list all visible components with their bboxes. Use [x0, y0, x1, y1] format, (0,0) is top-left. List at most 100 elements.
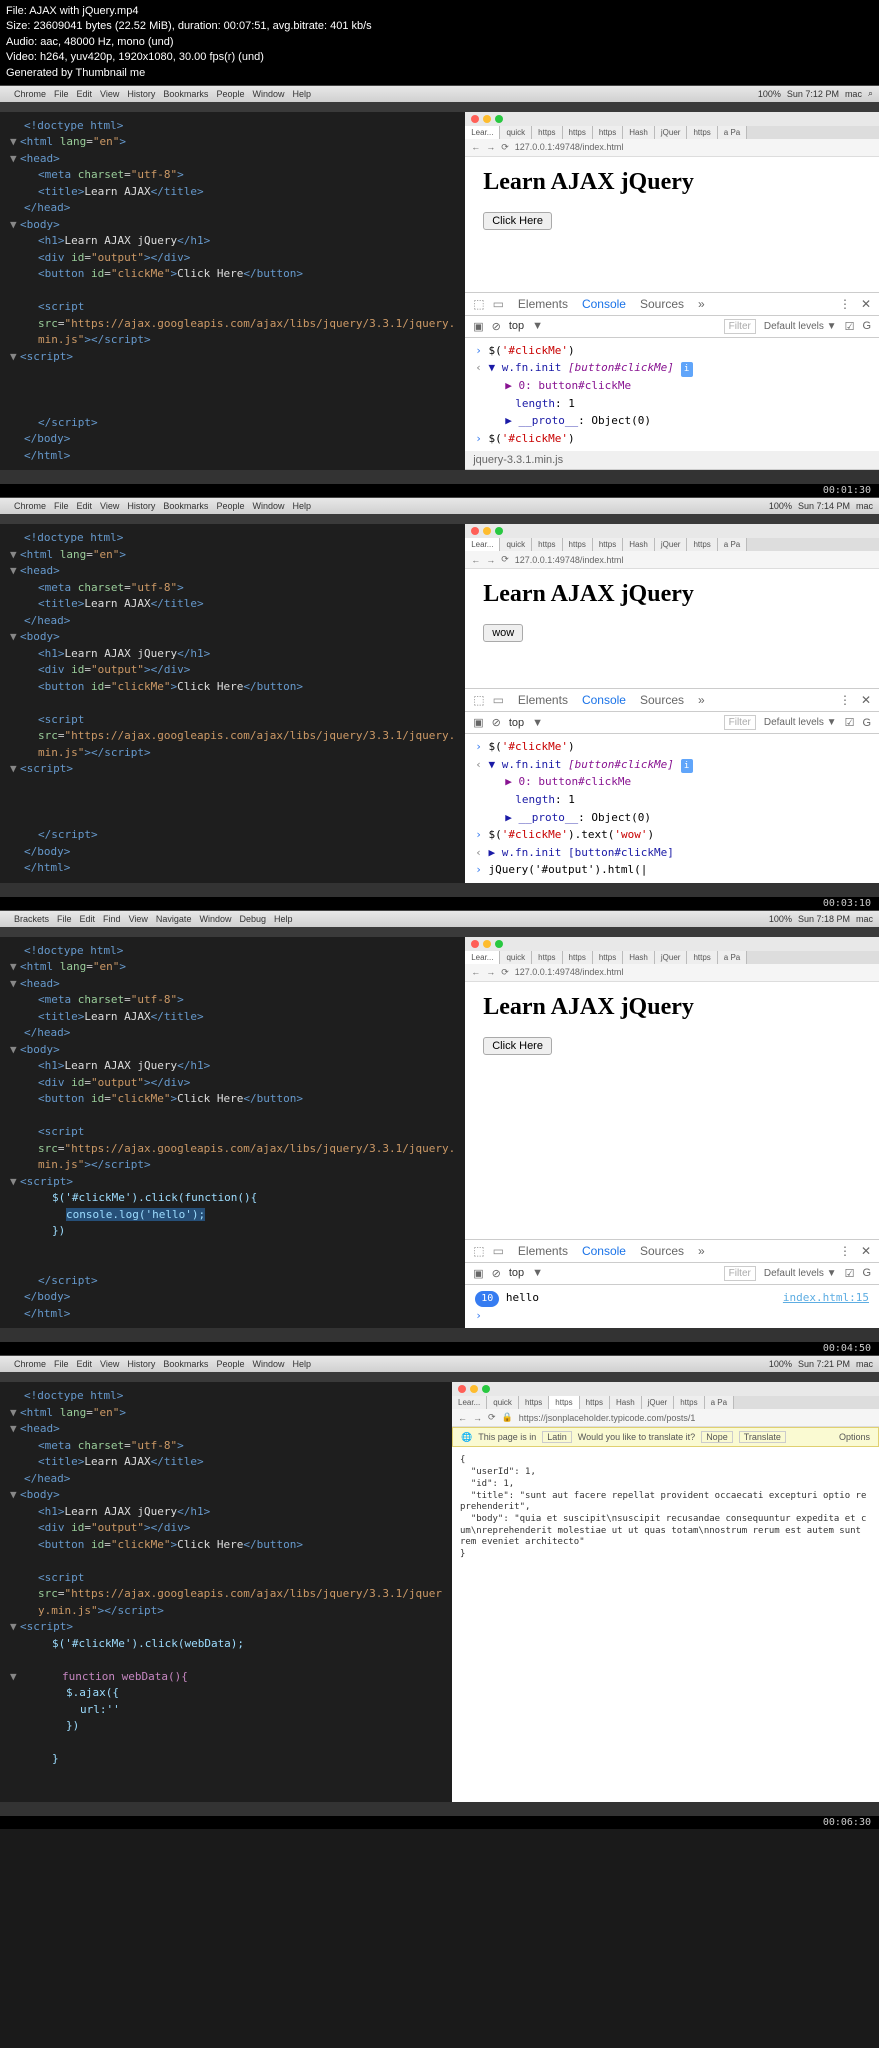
search-icon[interactable]: ⌕	[868, 88, 873, 99]
filter-input[interactable]: Filter	[724, 715, 756, 730]
click-here-button[interactable]: Click Here	[483, 1037, 552, 1055]
tab[interactable]: jQuer	[655, 951, 688, 964]
device-icon[interactable]: ▭	[493, 1244, 504, 1258]
tab[interactable]: https	[532, 126, 562, 139]
maximize-icon[interactable]	[495, 115, 503, 123]
lang-select[interactable]: Latin	[542, 1431, 572, 1443]
tab[interactable]: quick	[500, 126, 532, 139]
menu-item[interactable]: Navigate	[156, 914, 192, 924]
code-editor[interactable]: <!doctype html> ▼<html lang="en"> ▼<head…	[0, 112, 465, 471]
click-here-button[interactable]: Click Here	[483, 212, 552, 230]
forward-icon[interactable]: →	[486, 555, 495, 565]
menu-item[interactable]: History	[127, 1359, 155, 1369]
menu-item[interactable]: Edit	[80, 914, 96, 924]
tab-sources[interactable]: Sources	[640, 297, 684, 311]
tab[interactable]: https	[580, 1396, 610, 1409]
tab-elements[interactable]: Elements	[518, 693, 568, 707]
menu-item[interactable]: Bookmarks	[163, 501, 208, 511]
menu-icon[interactable]: ⋮	[839, 693, 851, 707]
menu-item[interactable]: File	[54, 501, 69, 511]
tab[interactable]: Hash	[623, 126, 655, 139]
tab[interactable]: https	[549, 1396, 579, 1409]
tab[interactable]: Hash	[623, 951, 655, 964]
forward-icon[interactable]: →	[486, 967, 495, 977]
wow-button[interactable]: wow	[483, 624, 523, 642]
menu-item[interactable]: Brackets	[14, 914, 49, 924]
tab[interactable]: a Pa	[718, 951, 747, 964]
console-output[interactable]: › $('#clickMe') ‹ ▼ w.fn.init [button#cl…	[465, 734, 879, 883]
log-levels[interactable]: Default levels ▼	[764, 321, 837, 332]
back-icon[interactable]: ←	[471, 555, 480, 565]
reload-icon[interactable]: ⟳	[488, 1412, 496, 1423]
more-icon[interactable]: »	[698, 1244, 705, 1258]
sidebar-icon[interactable]: ▣	[473, 1267, 483, 1280]
tab[interactable]: https	[674, 1396, 704, 1409]
menu-item[interactable]: Bookmarks	[163, 1359, 208, 1369]
close-icon[interactable]	[471, 115, 479, 123]
menu-item[interactable]: Edit	[77, 1359, 93, 1369]
menu-item[interactable]: People	[216, 501, 244, 511]
context-selector[interactable]: top	[509, 320, 524, 332]
menu-item[interactable]: File	[57, 914, 72, 924]
tab[interactable]: https	[519, 1396, 549, 1409]
inspect-icon[interactable]: ⬚	[473, 1244, 484, 1258]
gear-icon[interactable]: G	[862, 717, 871, 729]
menu-item[interactable]: Help	[292, 1359, 311, 1369]
menu-item[interactable]: Help	[274, 914, 293, 924]
filter-input[interactable]: Filter	[724, 319, 756, 334]
tab[interactable]: https	[593, 951, 623, 964]
tab-sources[interactable]: Sources	[640, 693, 684, 707]
tab[interactable]: jQuer	[642, 1396, 675, 1409]
menu-item[interactable]: Debug	[239, 914, 266, 924]
menu-item[interactable]: File	[54, 1359, 69, 1369]
gear-icon[interactable]: G	[862, 1267, 871, 1279]
tab-sources[interactable]: Sources	[640, 1244, 684, 1258]
tab[interactable]: quick	[487, 1396, 519, 1409]
menu-item[interactable]: Find	[103, 914, 121, 924]
menu-people[interactable]: People	[216, 89, 244, 99]
menu-icon[interactable]: ⋮	[839, 1244, 851, 1258]
inspect-icon[interactable]: ⬚	[473, 297, 484, 311]
tab[interactable]: quick	[500, 538, 532, 551]
menu-edit[interactable]: Edit	[77, 89, 93, 99]
sidebar-icon[interactable]: ▣	[473, 320, 483, 333]
filter-input[interactable]: Filter	[724, 1266, 756, 1281]
sidebar-icon[interactable]: ▣	[473, 716, 483, 729]
console-output[interactable]: › $('#clickMe') ‹ ▼ w.fn.init [button#cl…	[465, 338, 879, 452]
back-icon[interactable]: ←	[458, 1413, 467, 1423]
menu-chrome[interactable]: Chrome	[14, 89, 46, 99]
tab[interactable]: Lear...	[452, 1396, 487, 1409]
menu-view[interactable]: View	[100, 89, 119, 99]
url-input[interactable]: 127.0.0.1:49748/index.html	[515, 142, 873, 152]
tab[interactable]: a Pa	[718, 126, 747, 139]
reload-icon[interactable]: ⟳	[501, 554, 509, 565]
tab-elements[interactable]: Elements	[518, 1244, 568, 1258]
more-icon[interactable]: »	[698, 297, 705, 311]
menu-item[interactable]: Window	[252, 501, 284, 511]
clear-icon[interactable]: ⊘	[492, 320, 501, 333]
device-icon[interactable]: ▭	[493, 693, 504, 707]
clear-icon[interactable]: ⊘	[492, 716, 501, 729]
nope-button[interactable]: Nope	[701, 1431, 733, 1443]
tab[interactable]: Lear...	[465, 538, 500, 551]
tab[interactable]: jQuer	[655, 538, 688, 551]
url-input[interactable]: 127.0.0.1:49748/index.html	[515, 967, 873, 977]
back-icon[interactable]: ←	[471, 967, 480, 977]
menu-item[interactable]: Window	[199, 914, 231, 924]
code-editor[interactable]: <!doctype html> ▼<html lang="en"> ▼<head…	[0, 937, 465, 1329]
tab[interactable]: https	[563, 126, 593, 139]
tab-console[interactable]: Console	[582, 1244, 626, 1258]
tab[interactable]: jQuer	[655, 126, 688, 139]
menu-file[interactable]: File	[54, 89, 69, 99]
tab-console[interactable]: Console	[582, 693, 626, 707]
menu-item[interactable]: History	[127, 501, 155, 511]
source-link[interactable]: index.html:15	[783, 1289, 869, 1307]
tab[interactable]: Lear...	[465, 951, 500, 964]
tab[interactable]: Hash	[623, 538, 655, 551]
reload-icon[interactable]: ⟳	[501, 967, 509, 978]
translate-button[interactable]: Translate	[739, 1431, 786, 1443]
context-selector[interactable]: top	[509, 1267, 524, 1279]
tab[interactable]: https	[563, 538, 593, 551]
tab[interactable]: quick	[500, 951, 532, 964]
tab[interactable]: https	[687, 951, 717, 964]
